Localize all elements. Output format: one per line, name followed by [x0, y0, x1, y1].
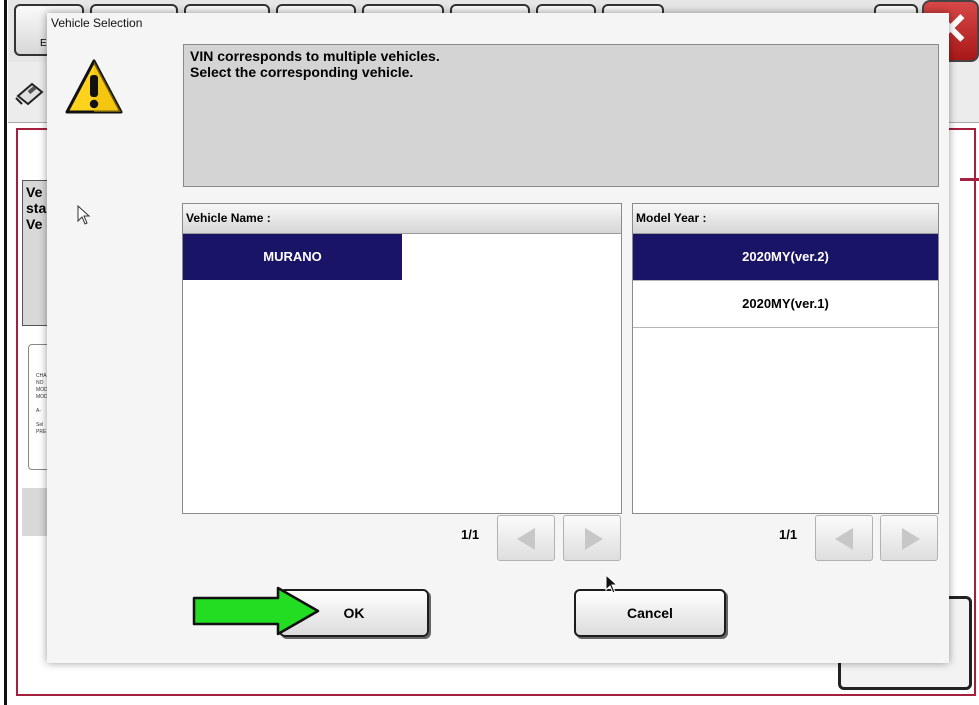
background-divider — [960, 178, 979, 181]
arrow-left-icon — [835, 528, 853, 550]
list-item-model-year[interactable]: 2020MY(ver.1) — [633, 281, 938, 328]
message-line: Select the corresponding vehicle. — [190, 64, 414, 80]
model-year-page-indicator: 1/1 — [779, 527, 798, 542]
arrow-right-icon — [585, 528, 603, 550]
model-year-prev-button[interactable] — [815, 515, 873, 561]
vehicle-name-list: Vehicle Name : MURANO — [182, 203, 622, 514]
green-arrow-icon — [192, 586, 320, 636]
vehicle-name-prev-button[interactable] — [497, 515, 555, 561]
arrow-left-icon — [517, 528, 535, 550]
background-tab-label: E — [40, 38, 47, 49]
arrow-right-icon — [902, 528, 920, 550]
cancel-button[interactable]: Cancel — [574, 589, 726, 637]
model-year-next-button[interactable] — [880, 515, 938, 561]
message-line: VIN corresponds to multiple vehicles. — [190, 48, 440, 64]
message-box: VIN corresponds to multiple vehicles. Se… — [183, 44, 939, 187]
model-year-header: Model Year : — [633, 204, 938, 234]
window-edge — [4, 0, 7, 705]
vehicle-name-page-indicator: 1/1 — [461, 527, 480, 542]
mouse-cursor-icon — [605, 574, 619, 594]
mouse-cursor-icon — [77, 205, 91, 225]
model-year-list: Model Year : 2020MY(ver.2) 2020MY(ver.1) — [632, 203, 939, 514]
warning-icon — [65, 59, 123, 114]
print-icon[interactable] — [14, 78, 46, 108]
list-item-model-year[interactable]: 2020MY(ver.2) — [633, 234, 938, 281]
vehicle-name-header: Vehicle Name : — [183, 204, 621, 234]
list-item-vehicle[interactable]: MURANO — [183, 234, 402, 280]
dialog-title: Vehicle Selection — [51, 16, 143, 30]
vehicle-name-next-button[interactable] — [563, 515, 621, 561]
